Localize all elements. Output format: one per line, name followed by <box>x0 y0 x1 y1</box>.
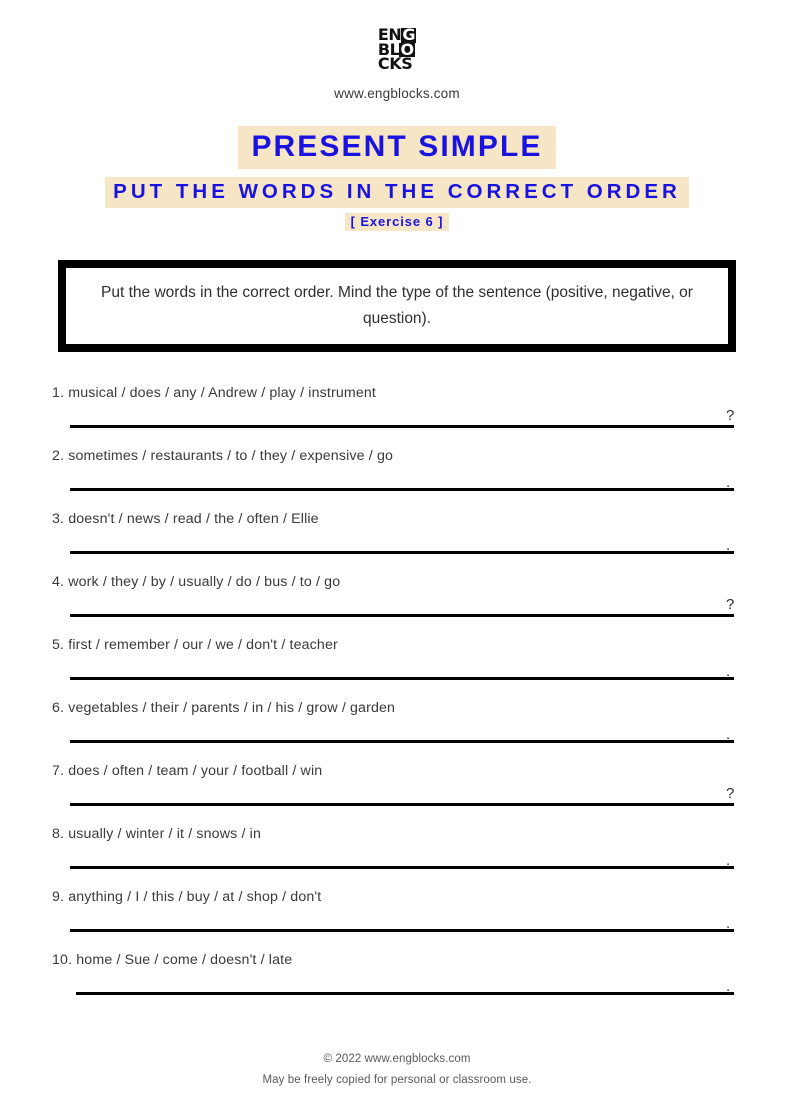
exercise-item: 3. doesn't / news / read / the / often /… <box>0 511 794 574</box>
answer-line[interactable] <box>70 802 734 806</box>
sentence-punctuation: . <box>726 473 731 491</box>
sentence-punctuation: . <box>726 662 731 680</box>
footer-copyright: © 2022 www.engblocks.com <box>323 1053 471 1065</box>
exercise-item: 1. musical / does / any / Andrew / play … <box>0 385 794 448</box>
exercise-label-container: [ Exercise 6 ] <box>0 212 794 231</box>
exercise-item: 7. does / often / team / your / football… <box>0 763 794 826</box>
exercise-prompt: 2. sometimes / restaurants / to / they /… <box>52 447 394 464</box>
exercise-item: 10. home / Sue / come / doesn't / late. <box>0 952 794 1015</box>
sentence-punctuation: ? <box>726 784 735 802</box>
site-url: www.engblocks.com <box>334 86 460 102</box>
worksheet-page: ENG BLO CKS www.engblocks.com PRESENT SI… <box>0 0 794 1120</box>
instruction-box: Put the words in the correct order. Mind… <box>58 259 736 352</box>
page-title: PRESENT SIMPLE <box>238 126 556 170</box>
exercise-prompt: 5. first / remember / our / we / don't /… <box>52 636 338 653</box>
exercise-prompt: 3. doesn't / news / read / the / often /… <box>52 510 319 527</box>
logo-row-3: CKS <box>377 54 416 74</box>
subtitle-container: PUT THE WORDS IN THE CORRECT ORDER <box>0 177 794 208</box>
exercise-list: 1. musical / does / any / Andrew / play … <box>0 385 794 1015</box>
exercise-item: 8. usually / winter / it / snows / in. <box>0 826 794 889</box>
answer-line[interactable] <box>70 739 734 743</box>
main-title-container: PRESENT SIMPLE <box>0 126 794 170</box>
answer-line[interactable] <box>70 865 734 869</box>
answer-line[interactable] <box>76 991 734 995</box>
brand-header: ENG BLO CKS www.engblocks.com <box>0 0 794 102</box>
exercise-prompt: 1. musical / does / any / Andrew / play … <box>52 384 377 401</box>
page-footer: © 2022 www.engblocks.com May be freely c… <box>0 1053 794 1086</box>
exercise-item: 4. work / they / by / usually / do / bus… <box>0 574 794 637</box>
sentence-punctuation: . <box>726 851 731 869</box>
sentence-punctuation: . <box>726 914 731 932</box>
sentence-punctuation: ? <box>726 595 735 613</box>
exercise-prompt: 10. home / Sue / come / doesn't / late <box>52 951 293 968</box>
sentence-punctuation: . <box>726 725 731 743</box>
answer-line[interactable] <box>70 928 734 932</box>
exercise-number-badge: [ Exercise 6 ] <box>344 212 450 231</box>
engblocks-logo: ENG BLO CKS <box>377 27 417 74</box>
exercise-prompt: 8. usually / winter / it / snows / in <box>52 825 261 842</box>
answer-line[interactable] <box>70 613 734 617</box>
exercise-prompt: 4. work / they / by / usually / do / bus… <box>52 573 341 590</box>
answer-line[interactable] <box>70 424 734 428</box>
footer-note: May be freely copied for personal or cla… <box>262 1074 532 1086</box>
exercise-prompt: 9. anything / I / this / buy / at / shop… <box>52 888 322 905</box>
answer-line[interactable] <box>70 487 734 491</box>
instruction-text: Put the words in the correct order. Mind… <box>101 284 693 327</box>
exercise-prompt: 6. vegetables / their / parents / in / h… <box>52 699 396 716</box>
exercise-item: 6. vegetables / their / parents / in / h… <box>0 700 794 763</box>
exercise-item: 2. sometimes / restaurants / to / they /… <box>0 448 794 511</box>
exercise-item: 5. first / remember / our / we / don't /… <box>0 637 794 700</box>
page-subtitle: PUT THE WORDS IN THE CORRECT ORDER <box>105 177 689 208</box>
answer-line[interactable] <box>70 676 734 680</box>
sentence-punctuation: . <box>726 536 731 554</box>
exercise-prompt: 7. does / often / team / your / football… <box>52 762 323 779</box>
sentence-punctuation: ? <box>726 406 735 424</box>
sentence-punctuation: . <box>726 977 731 995</box>
answer-line[interactable] <box>70 550 734 554</box>
exercise-item: 9. anything / I / this / buy / at / shop… <box>0 889 794 952</box>
logo-text-cks: CKS <box>377 54 413 74</box>
